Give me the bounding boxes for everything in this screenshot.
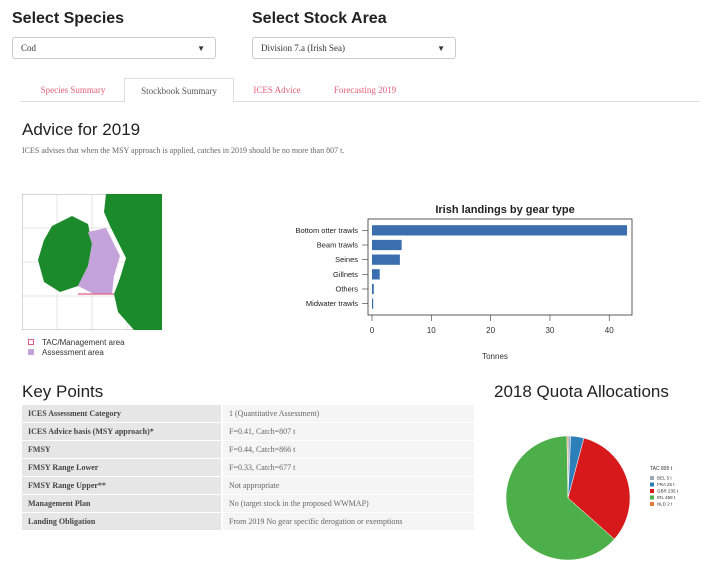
table-value: 1 (Quantitative Assessment) (221, 405, 474, 423)
x-axis-label: Tonnes (482, 352, 508, 361)
category-label: Beam trawls (317, 241, 359, 250)
stock-area-map (22, 194, 162, 330)
chart-title: Irish landings by gear type (435, 204, 574, 216)
pie-legend-swatch (650, 476, 654, 480)
category-label: Seines (335, 255, 358, 264)
pie-legend-swatch (650, 489, 654, 493)
pie-legend-label: IRL 458 t (657, 495, 676, 500)
x-tick-label: 10 (427, 326, 436, 335)
table-value: From 2019 No gear specific derogation or… (221, 512, 474, 531)
pie-legend-swatch (650, 482, 654, 487)
table-value: F=0.41, Catch=807 t (221, 422, 474, 441)
table-row: FMSY F=0.44, Catch=866 t (22, 440, 474, 459)
table-key: FMSY (22, 440, 222, 459)
table-key: FMSY Range Upper** (22, 476, 222, 495)
tab-bar: Species Summary Stockbook Summary ICES A… (20, 78, 700, 103)
table-value: F=0.33, Catch=677 t (221, 458, 474, 477)
advice-text: ICES advises that when the MSY approach … (22, 146, 345, 155)
table-key: ICES Assessment Category (22, 405, 222, 423)
table-value: F=0.44, Catch=866 t (221, 440, 474, 459)
stock-area-label: Select Stock Area (252, 10, 387, 27)
key-points-heading: Key Points (22, 382, 104, 401)
category-label: Others (335, 285, 358, 294)
table-value: No (target stock in the proposed WWMAP) (221, 494, 474, 513)
table-key: Landing Obligation (22, 512, 222, 531)
category-label: Midwater trawls (306, 299, 358, 308)
table-key: Management Plan (22, 494, 222, 513)
advice-heading: Advice for 2019 (22, 120, 141, 139)
gear-landings-chart: Irish landings by gear type Bottom otter… (295, 204, 633, 361)
table-row: ICES Advice basis (MSY approach)* F=0.41,… (22, 422, 474, 441)
map-legend-item: Assessment area (28, 348, 104, 357)
pie-legend-label: GBR 235 t (657, 489, 679, 494)
pie-legend-swatch (650, 495, 654, 500)
stock-area-select[interactable]: Division 7.a (Irish Sea) ▼ (252, 37, 456, 59)
bar (372, 283, 374, 295)
pie-legend-label: NLD 2 t (657, 502, 673, 507)
bar (372, 239, 402, 251)
species-label: Select Species (12, 10, 125, 27)
legend-label: Assessment area (42, 348, 104, 357)
bar (372, 254, 400, 265)
table-row: FMSY Range Lower F=0.33, Catch=677 t (22, 458, 474, 477)
pie-legend-title: TAC 895 t (650, 466, 673, 472)
table-row: Landing Obligation From 2019 No gear spec… (22, 512, 474, 531)
pie-legend-label: FRA 25 t (657, 482, 675, 487)
tab-forecasting-2019[interactable]: Forecasting 2019 (320, 78, 410, 102)
category-label: Gillnets (333, 270, 358, 279)
x-tick-label: 30 (545, 326, 554, 335)
stock-area-select-value: Division 7.a (Irish Sea) (261, 43, 345, 53)
species-select[interactable]: Cod ▼ (12, 37, 216, 59)
table-key: FMSY Range Lower (22, 458, 222, 477)
legend-label: TAC/Management area (42, 338, 125, 347)
tab-ices-advice[interactable]: ICES Advice (242, 78, 312, 102)
quota-pie-chart: TAC 895 t BEL 5 tFRA 25 t GBR 235 tIRL 45… (505, 435, 679, 561)
x-tick-label: 20 (486, 326, 495, 335)
bar (372, 269, 380, 280)
species-select-value: Cod (21, 43, 37, 53)
map-legend-item: TAC/Management area (28, 338, 125, 347)
table-row: FMSY Range Upper** Not appropriate (22, 476, 474, 495)
pie-legend-label: BEL 5 t (657, 476, 672, 481)
bar (372, 225, 628, 236)
table-row: ICES Assessment Category 1 (Quantitative … (22, 405, 474, 423)
tab-species-summary[interactable]: Species Summary (24, 78, 122, 102)
legend-swatch (28, 349, 34, 355)
legend-swatch (28, 339, 34, 345)
table-key: ICES Advice basis (MSY approach)* (22, 422, 222, 441)
x-tick-label: 0 (370, 326, 375, 335)
table-value: Not appropriate (221, 476, 474, 495)
quota-heading: 2018 Quota Allocations (494, 382, 669, 401)
table-row: Management Plan No (target stock in the p… (22, 494, 474, 513)
x-tick-label: 40 (605, 326, 614, 335)
chevron-down-icon: ▼ (197, 44, 205, 53)
chevron-down-icon: ▼ (437, 44, 445, 53)
category-label: Bottom otter trawls (295, 226, 358, 235)
pie-legend-swatch (650, 502, 654, 506)
bar (372, 298, 374, 309)
tab-stockbook-summary[interactable]: Stockbook Summary (124, 78, 234, 103)
key-points-table: ICES Assessment Category 1 (Quantitative … (22, 405, 474, 531)
